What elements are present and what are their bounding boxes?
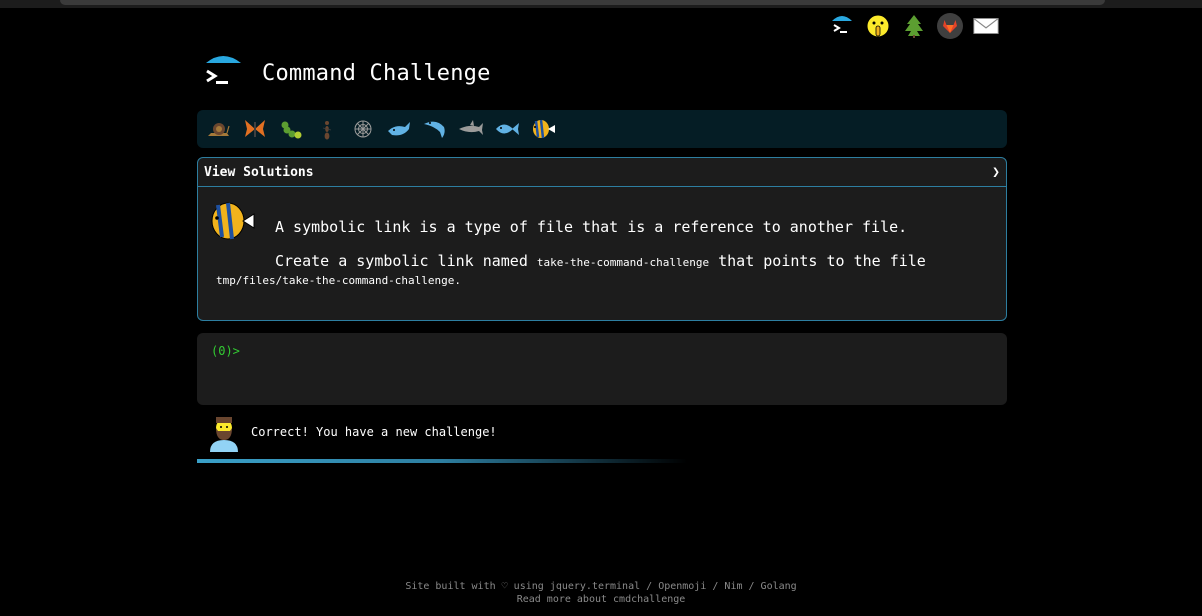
bearded-person-icon bbox=[205, 412, 243, 452]
footer-sep-1: / bbox=[640, 581, 659, 592]
terminal-logo-icon[interactable] bbox=[828, 12, 856, 40]
footer-credits-prefix: Site built with ♡ using bbox=[405, 581, 550, 592]
browser-top-strip-inner bbox=[60, 0, 1105, 5]
terminal-prompt: (0)> bbox=[211, 344, 240, 358]
footer: Site built with ♡ using jquery.terminal … bbox=[0, 580, 1202, 606]
tree-icon[interactable] bbox=[900, 12, 928, 40]
challenge-panel: View Solutions ❯ A symbolic link is a ty… bbox=[197, 157, 1007, 321]
tropical-fish-icon bbox=[208, 199, 256, 243]
jquery-terminal-link[interactable]: jquery.terminal bbox=[550, 581, 640, 592]
progress-bar bbox=[197, 459, 687, 463]
snail-icon[interactable] bbox=[203, 113, 235, 145]
caterpillar-icon[interactable] bbox=[275, 113, 307, 145]
challenge-target: tmp/files/take-the-command-challenge. bbox=[216, 274, 461, 287]
shark-icon[interactable] bbox=[455, 113, 487, 145]
challenge-description: A symbolic link is a type of file that i… bbox=[275, 218, 908, 236]
chevron-right-icon: ❯ bbox=[992, 164, 1000, 180]
shushing-face-icon[interactable] bbox=[864, 12, 892, 40]
instruction-text-b: that points to the file bbox=[709, 252, 926, 270]
dolphin-icon[interactable] bbox=[419, 113, 451, 145]
nim-link[interactable]: Nim bbox=[724, 581, 742, 592]
instruction-text-a: Create a symbolic link named bbox=[275, 252, 537, 270]
feedback-text: Correct! You have a new challenge! bbox=[251, 425, 497, 439]
feedback-message: Correct! You have a new challenge! bbox=[205, 412, 497, 452]
tropical-fish-icon[interactable] bbox=[527, 113, 559, 145]
app-logo-icon[interactable] bbox=[203, 52, 245, 94]
butterfly-icon[interactable] bbox=[239, 113, 271, 145]
target-period: . bbox=[454, 274, 462, 287]
golang-link[interactable]: Golang bbox=[761, 581, 797, 592]
target-path-code: tmp/files/take-the-command-challenge bbox=[216, 274, 455, 287]
top-icon-bar bbox=[828, 12, 1000, 40]
view-solutions-label: View Solutions bbox=[204, 164, 314, 180]
footer-sep-2: / bbox=[706, 581, 725, 592]
openmoji-link[interactable]: Openmoji bbox=[658, 581, 706, 592]
ant-icon[interactable] bbox=[311, 113, 343, 145]
view-solutions-toggle[interactable]: View Solutions ❯ bbox=[198, 158, 1006, 187]
page-header: Command Challenge bbox=[203, 52, 491, 94]
challenge-instruction: Create a symbolic link named take-the-co… bbox=[275, 252, 926, 270]
footer-sep-3: / bbox=[742, 581, 761, 592]
gitlab-icon[interactable] bbox=[936, 12, 964, 40]
whale-icon[interactable] bbox=[383, 113, 415, 145]
read-more-link[interactable]: Read more about cmdchallenge bbox=[517, 594, 686, 605]
mail-icon[interactable] bbox=[972, 12, 1000, 40]
browser-top-strip bbox=[0, 0, 1202, 8]
level-bar bbox=[197, 110, 1007, 148]
fish-icon[interactable] bbox=[491, 113, 523, 145]
terminal-input[interactable]: (0)> bbox=[197, 333, 1007, 405]
page-title: Command Challenge bbox=[262, 60, 491, 86]
link-name-code: take-the-command-challenge bbox=[536, 256, 710, 269]
footer-credits: Site built with ♡ using jquery.terminal … bbox=[0, 580, 1202, 593]
web-icon[interactable] bbox=[347, 113, 379, 145]
